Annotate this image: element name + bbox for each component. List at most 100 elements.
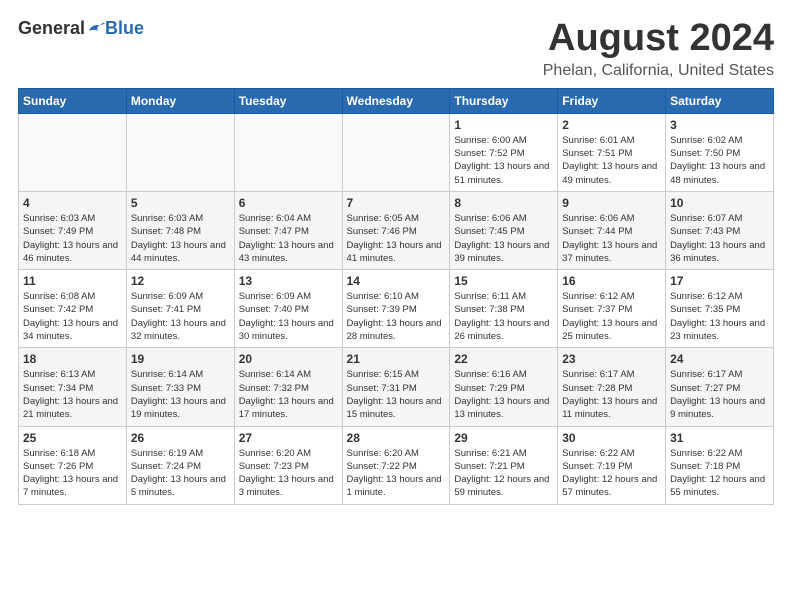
calendar-cell	[19, 113, 127, 191]
calendar-cell	[234, 113, 342, 191]
day-info: Sunrise: 6:22 AMSunset: 7:19 PMDaylight:…	[562, 447, 661, 500]
calendar-cell: 23 Sunrise: 6:17 AMSunset: 7:28 PMDayligh…	[558, 348, 666, 426]
calendar-cell: 17Sunrise: 6:12 AMSunset: 7:35 PMDayligh…	[666, 270, 774, 348]
weekday-header-wednesday: Wednesday	[342, 88, 450, 113]
title-block: August 2024 Phelan, California, United S…	[543, 18, 774, 80]
day-info: Sunrise: 6:01 AMSunset: 7:51 PMDaylight:…	[562, 134, 661, 187]
day-number: 24	[670, 352, 769, 366]
day-info: Sunrise: 6:07 AMSunset: 7:43 PMDaylight:…	[670, 212, 769, 265]
day-number: 10	[670, 196, 769, 210]
calendar-cell: 22 Sunrise: 6:16 AMSunset: 7:29 PMDayligh…	[450, 348, 558, 426]
day-info: Sunrise: 6:16 AMSunset: 7:29 PMDaylight:…	[454, 368, 553, 421]
day-info: Sunrise: 6:11 AMSunset: 7:38 PMDaylight:…	[454, 290, 553, 343]
day-number: 1	[454, 118, 553, 132]
day-number: 16	[562, 274, 661, 288]
day-info: Sunrise: 6:09 AMSunset: 7:40 PMDaylight:…	[239, 290, 338, 343]
day-info: Sunrise: 6:19 AMSunset: 7:24 PMDaylight:…	[131, 447, 230, 500]
day-info: Sunrise: 6:15 AMSunset: 7:31 PMDaylight:…	[347, 368, 446, 421]
day-number: 8	[454, 196, 553, 210]
day-info: Sunrise: 6:00 AMSunset: 7:52 PMDaylight:…	[454, 134, 553, 187]
day-info: Sunrise: 6:02 AMSunset: 7:50 PMDaylight:…	[670, 134, 769, 187]
day-info: Sunrise: 6:21 AMSunset: 7:21 PMDaylight:…	[454, 447, 553, 500]
subtitle: Phelan, California, United States	[543, 62, 774, 80]
day-number: 21	[347, 352, 446, 366]
weekday-header-row: SundayMondayTuesdayWednesdayThursdayFrid…	[19, 88, 774, 113]
day-info: Sunrise: 6:06 AMSunset: 7:45 PMDaylight:…	[454, 212, 553, 265]
calendar-cell: 30Sunrise: 6:22 AMSunset: 7:19 PMDayligh…	[558, 426, 666, 504]
calendar-cell: 12Sunrise: 6:09 AMSunset: 7:41 PMDayligh…	[126, 270, 234, 348]
day-number: 26	[131, 431, 230, 445]
calendar-cell: 3 Sunrise: 6:02 AMSunset: 7:50 PMDaylight…	[666, 113, 774, 191]
weekday-header-saturday: Saturday	[666, 88, 774, 113]
logo-blue-text: Blue	[105, 18, 144, 39]
calendar-cell: 14Sunrise: 6:10 AMSunset: 7:39 PMDayligh…	[342, 270, 450, 348]
calendar-cell: 18Sunrise: 6:13 AMSunset: 7:34 PMDayligh…	[19, 348, 127, 426]
calendar-cell: 27 Sunrise: 6:20 AMSunset: 7:23 PMDayligh…	[234, 426, 342, 504]
day-info: Sunrise: 6:12 AMSunset: 7:37 PMDaylight:…	[562, 290, 661, 343]
calendar-cell: 10 Sunrise: 6:07 AMSunset: 7:43 PMDayligh…	[666, 191, 774, 269]
day-number: 12	[131, 274, 230, 288]
day-number: 4	[23, 196, 122, 210]
day-info: Sunrise: 6:14 AMSunset: 7:32 PMDaylight:…	[239, 368, 338, 421]
weekday-header-sunday: Sunday	[19, 88, 127, 113]
day-info: Sunrise: 6:04 AMSunset: 7:47 PMDaylight:…	[239, 212, 338, 265]
calendar-week-row: 1 Sunrise: 6:00 AMSunset: 7:52 PMDaylight…	[19, 113, 774, 191]
calendar-cell: 13 Sunrise: 6:09 AMSunset: 7:40 PMDayligh…	[234, 270, 342, 348]
day-number: 28	[347, 431, 446, 445]
day-number: 9	[562, 196, 661, 210]
day-info: Sunrise: 6:08 AMSunset: 7:42 PMDaylight:…	[23, 290, 122, 343]
calendar-cell: 24Sunrise: 6:17 AMSunset: 7:27 PMDayligh…	[666, 348, 774, 426]
day-number: 23	[562, 352, 661, 366]
calendar-week-row: 4 Sunrise: 6:03 AMSunset: 7:49 PMDaylight…	[19, 191, 774, 269]
calendar-week-row: 18Sunrise: 6:13 AMSunset: 7:34 PMDayligh…	[19, 348, 774, 426]
calendar-cell: 28Sunrise: 6:20 AMSunset: 7:22 PMDayligh…	[342, 426, 450, 504]
day-number: 6	[239, 196, 338, 210]
calendar-cell: 20Sunrise: 6:14 AMSunset: 7:32 PMDayligh…	[234, 348, 342, 426]
day-number: 25	[23, 431, 122, 445]
day-number: 29	[454, 431, 553, 445]
day-number: 17	[670, 274, 769, 288]
day-info: Sunrise: 6:18 AMSunset: 7:26 PMDaylight:…	[23, 447, 122, 500]
day-number: 13	[239, 274, 338, 288]
day-info: Sunrise: 6:06 AMSunset: 7:44 PMDaylight:…	[562, 212, 661, 265]
day-number: 3	[670, 118, 769, 132]
calendar-cell: 2 Sunrise: 6:01 AMSunset: 7:51 PMDaylight…	[558, 113, 666, 191]
calendar-cell: 31Sunrise: 6:22 AMSunset: 7:18 PMDayligh…	[666, 426, 774, 504]
day-info: Sunrise: 6:22 AMSunset: 7:18 PMDaylight:…	[670, 447, 769, 500]
day-info: Sunrise: 6:03 AMSunset: 7:48 PMDaylight:…	[131, 212, 230, 265]
weekday-header-monday: Monday	[126, 88, 234, 113]
main-title: August 2024	[543, 18, 774, 60]
day-info: Sunrise: 6:17 AMSunset: 7:28 PMDaylight:…	[562, 368, 661, 421]
page: General Blue August 2024 Phelan, Califor…	[0, 0, 792, 515]
logo: General Blue	[18, 18, 144, 39]
calendar-cell: 15Sunrise: 6:11 AMSunset: 7:38 PMDayligh…	[450, 270, 558, 348]
calendar-cell: 8 Sunrise: 6:06 AMSunset: 7:45 PMDaylight…	[450, 191, 558, 269]
day-number: 27	[239, 431, 338, 445]
weekday-header-tuesday: Tuesday	[234, 88, 342, 113]
calendar-cell	[342, 113, 450, 191]
day-number: 2	[562, 118, 661, 132]
calendar-cell: 4 Sunrise: 6:03 AMSunset: 7:49 PMDaylight…	[19, 191, 127, 269]
day-number: 5	[131, 196, 230, 210]
calendar-week-row: 25 Sunrise: 6:18 AMSunset: 7:26 PMDayligh…	[19, 426, 774, 504]
calendar-week-row: 11 Sunrise: 6:08 AMSunset: 7:42 PMDayligh…	[19, 270, 774, 348]
day-number: 19	[131, 352, 230, 366]
day-info: Sunrise: 6:05 AMSunset: 7:46 PMDaylight:…	[347, 212, 446, 265]
day-info: Sunrise: 6:20 AMSunset: 7:23 PMDaylight:…	[239, 447, 338, 500]
calendar-table: SundayMondayTuesdayWednesdayThursdayFrid…	[18, 88, 774, 505]
calendar-cell: 7 Sunrise: 6:05 AMSunset: 7:46 PMDaylight…	[342, 191, 450, 269]
calendar-cell: 21 Sunrise: 6:15 AMSunset: 7:31 PMDayligh…	[342, 348, 450, 426]
logo-bird-icon	[87, 20, 105, 38]
day-number: 11	[23, 274, 122, 288]
weekday-header-thursday: Thursday	[450, 88, 558, 113]
calendar-cell	[126, 113, 234, 191]
calendar-cell: 16 Sunrise: 6:12 AMSunset: 7:37 PMDayligh…	[558, 270, 666, 348]
calendar-cell: 29 Sunrise: 6:21 AMSunset: 7:21 PMDayligh…	[450, 426, 558, 504]
weekday-header-friday: Friday	[558, 88, 666, 113]
day-info: Sunrise: 6:03 AMSunset: 7:49 PMDaylight:…	[23, 212, 122, 265]
calendar-cell: 11 Sunrise: 6:08 AMSunset: 7:42 PMDayligh…	[19, 270, 127, 348]
day-number: 7	[347, 196, 446, 210]
day-number: 18	[23, 352, 122, 366]
day-info: Sunrise: 6:14 AMSunset: 7:33 PMDaylight:…	[131, 368, 230, 421]
day-number: 22	[454, 352, 553, 366]
